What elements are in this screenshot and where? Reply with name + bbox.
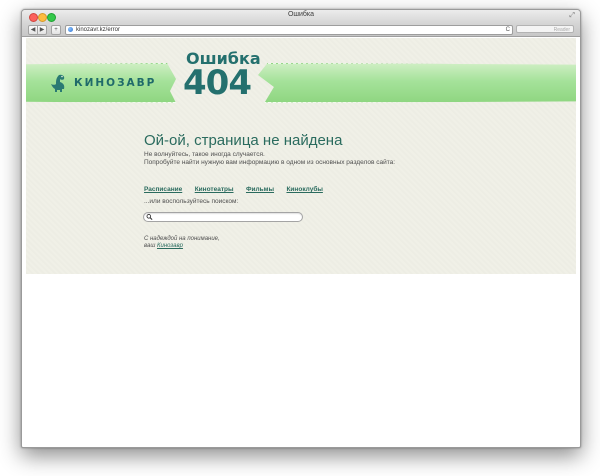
signature-prefix: ваш — [144, 243, 157, 249]
globe-icon — [68, 27, 73, 32]
link-cinemas[interactable]: Кинотеатры — [195, 186, 234, 193]
brand-logo-text[interactable]: КИНОЗАВР — [74, 77, 156, 89]
signature-line-1: С надеждой на понимание, — [144, 236, 220, 242]
window-title: Ошибка — [287, 11, 315, 18]
add-bookmark-button[interactable]: + — [51, 25, 61, 35]
fullscreen-icon[interactable]: ⤢ — [569, 12, 575, 20]
browser-window: Ошибка ⤢ ◀ ▶ + kinozavr.kz/error C Reade… — [21, 9, 581, 448]
url-text[interactable]: kinozavr.kz/error — [76, 26, 120, 34]
address-bar[interactable]: kinozavr.kz/error C — [65, 25, 513, 35]
forward-button[interactable]: ▶ — [37, 25, 47, 35]
link-films[interactable]: Фильмы — [246, 186, 274, 193]
search-icon — [146, 214, 153, 220]
description-line-1: Не волнуйтесь, такое иногда случается. — [144, 151, 265, 158]
dinosaur-logo-icon[interactable] — [50, 73, 68, 93]
link-film-clubs[interactable]: Киноклубы — [286, 186, 322, 193]
header-tape-right — [258, 63, 576, 103]
search-hint: ...или воспользуйтесь поиском: — [144, 198, 239, 205]
description-line-2: Попробуйте найти нужную вам информацию в… — [144, 159, 396, 166]
kinozavr-link[interactable]: Кинозавр — [157, 243, 183, 249]
section-links: Расписание Кинотеатры Фильмы Киноклубы — [144, 178, 331, 196]
search-box[interactable] — [143, 212, 303, 222]
error-page: КИНОЗАВР Ошибка 404 Ой-ой, страница не н… — [26, 38, 576, 274]
browser-toolbar: ◀ ▶ + kinozavr.kz/error C Reader — [22, 23, 580, 37]
page-headline: Ой-ой, страница не найдена — [144, 132, 343, 149]
link-schedule[interactable]: Расписание — [144, 186, 182, 193]
error-code: 404 — [183, 63, 252, 103]
reader-button[interactable]: Reader — [516, 25, 574, 33]
search-input[interactable] — [154, 213, 298, 221]
title-bar: Ошибка ⤢ — [22, 10, 580, 23]
signature-line-2: ваш Кинозавр — [144, 243, 183, 249]
reload-icon[interactable]: C — [506, 26, 510, 34]
